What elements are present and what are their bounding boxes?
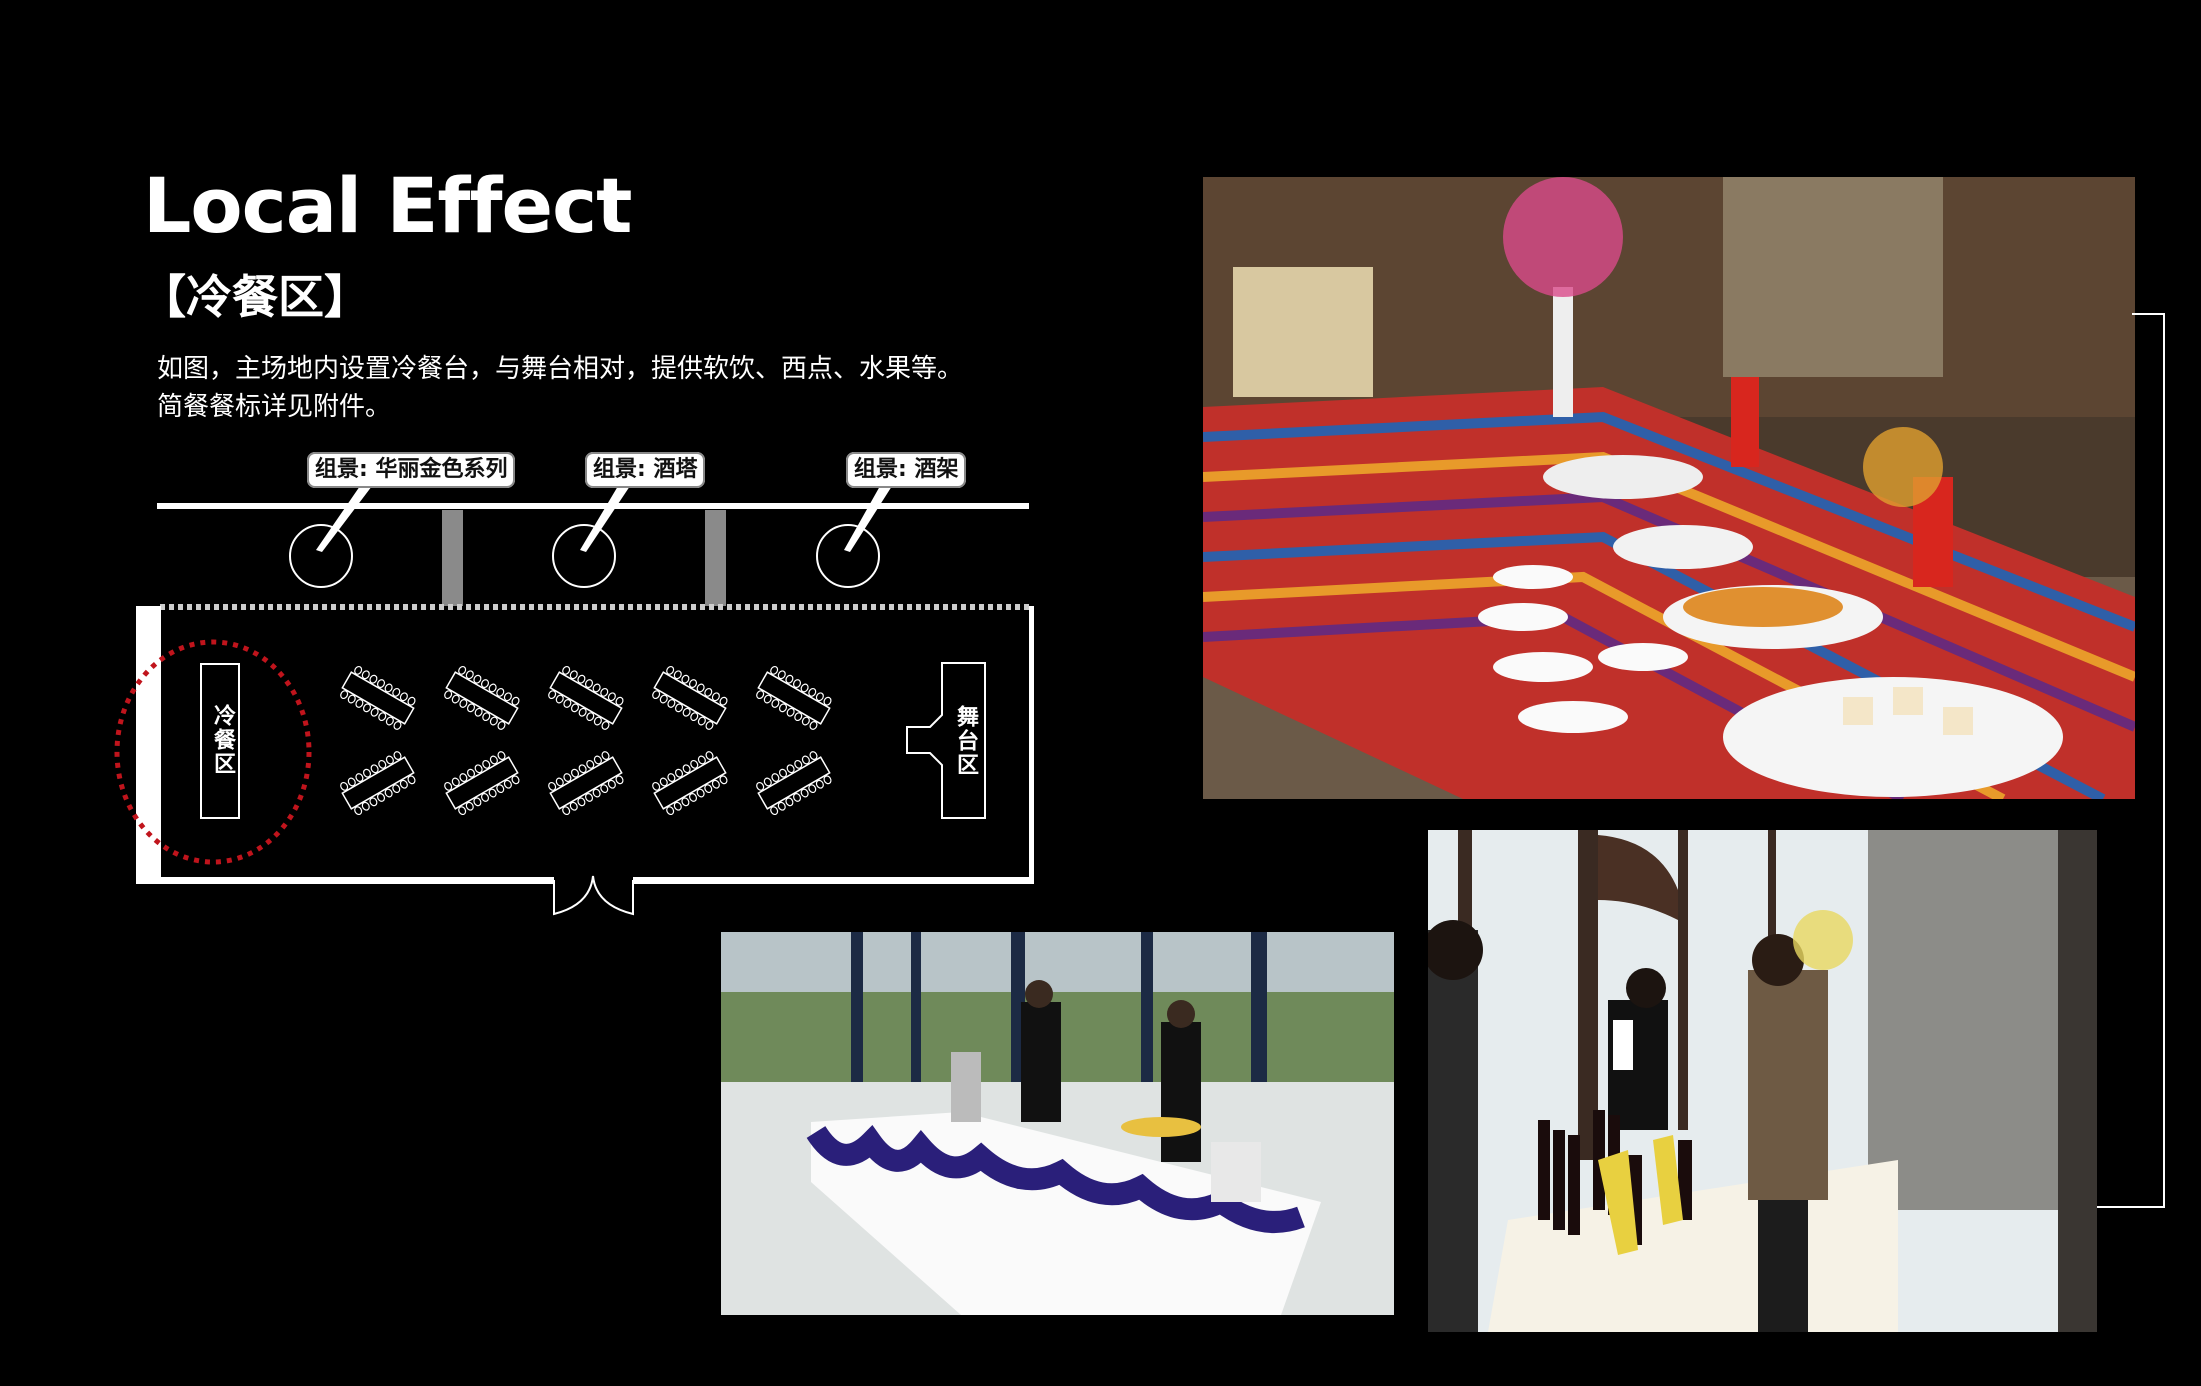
callout-circle — [552, 524, 616, 588]
guest-table — [548, 665, 624, 730]
bracket-line-top — [2132, 313, 2165, 315]
callout-circle — [289, 524, 353, 588]
cold-buffet-label: 冷餐区 — [210, 704, 235, 776]
callout-label: 组景: 酒塔 — [585, 452, 706, 488]
outdoor-buffet-photo — [721, 932, 1394, 1315]
wine-tasting-photo — [1428, 830, 2097, 1332]
guest-table — [756, 665, 832, 730]
bracket-line-bottom — [2097, 1206, 2165, 1208]
guest-table — [444, 751, 520, 816]
bottom-wall — [633, 877, 1034, 884]
bottom-wall — [136, 877, 554, 884]
stage-label: 舞台区 — [953, 705, 978, 777]
callout-label: 组景: 华丽金色系列 — [307, 452, 516, 488]
pillar — [442, 510, 463, 606]
callout-pointer — [316, 486, 372, 552]
pillar — [705, 510, 726, 606]
callout-pointer — [844, 486, 892, 552]
callout-label: 组景: 酒架 — [846, 452, 967, 488]
bracket-line-vertical — [2163, 313, 2165, 1208]
guest-table — [652, 751, 728, 816]
guest-table — [756, 751, 832, 816]
guest-table — [652, 665, 728, 730]
buffet-dessert-photo — [1203, 177, 2135, 799]
door — [553, 875, 634, 916]
guest-table — [340, 665, 416, 730]
right-wall — [1029, 606, 1034, 884]
guest-table — [548, 751, 624, 816]
guest-table — [444, 665, 520, 730]
callout-circle — [816, 524, 880, 588]
guest-table — [340, 751, 416, 816]
callout-pointer — [580, 486, 630, 552]
